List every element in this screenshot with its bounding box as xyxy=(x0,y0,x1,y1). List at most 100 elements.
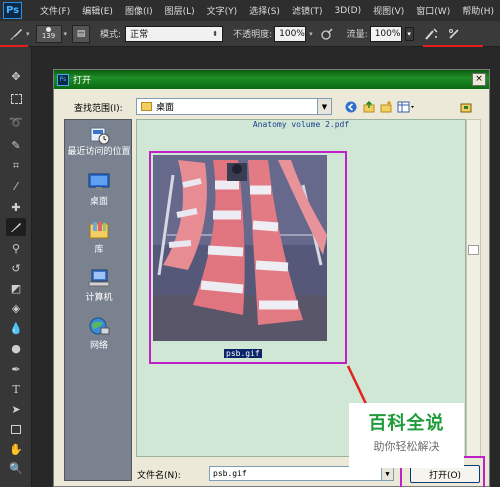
move-tool-icon[interactable]: ✥ xyxy=(6,67,26,85)
look-in-label: 查找范围(I): xyxy=(74,104,123,114)
opacity-label: 不透明度: xyxy=(233,30,273,40)
desktop-shortcut-icon[interactable] xyxy=(459,100,472,113)
eraser-tool-icon[interactable]: ◩ xyxy=(6,279,26,297)
place-computer-label: 计算机 xyxy=(85,293,113,303)
menu-select[interactable]: 选择(S) xyxy=(243,4,286,17)
flow-dropdown-icon[interactable]: ▾ xyxy=(404,26,414,41)
watermark-subtitle: 助你轻松解决 xyxy=(373,440,440,453)
menu-file[interactable]: 文件(F) xyxy=(34,4,76,17)
recent-places-icon xyxy=(88,125,110,145)
zoom-tool-icon[interactable]: 🔍 xyxy=(6,459,26,477)
computer-icon xyxy=(88,268,110,288)
brush-size-value: 139 xyxy=(41,32,56,40)
dialog-title: 打开 xyxy=(73,76,92,86)
look-in-value: 桌面 xyxy=(156,103,175,113)
shape-tool-icon[interactable] xyxy=(6,420,26,438)
hand-tool-icon[interactable]: ✋ xyxy=(6,440,26,458)
menu-filter[interactable]: 滤镜(T) xyxy=(286,4,329,17)
menu-view[interactable]: 视图(V) xyxy=(367,4,410,17)
flow-field[interactable]: 100% xyxy=(369,25,402,42)
network-icon xyxy=(88,316,110,336)
watermark-title: 百科全说 xyxy=(368,413,445,434)
options-bar: ▾ 139 ▾ ▤ 模式: 正常 ⬍ 不透明度: 100% ▾ 流量: 100%… xyxy=(0,21,500,47)
folder-icon xyxy=(141,102,152,111)
eyedropper-tool-icon[interactable]: ⁄ xyxy=(6,177,26,195)
back-icon[interactable] xyxy=(344,100,357,113)
desktop-icon xyxy=(88,172,110,192)
opacity-dropdown-icon[interactable]: ▾ xyxy=(309,30,313,38)
photoshop-logo: Ps xyxy=(3,2,23,19)
menu-type[interactable]: 文字(Y) xyxy=(201,4,244,17)
opacity-field[interactable]: 100% xyxy=(274,25,307,42)
crop-tool-icon[interactable]: ⌗ xyxy=(6,157,26,175)
thumbnail-highlight-box xyxy=(149,151,347,364)
place-recent[interactable]: 最近访问的位置 xyxy=(65,125,133,157)
quick-selection-tool-icon[interactable]: ✎ xyxy=(6,136,26,154)
brush-size-dropdown-icon[interactable]: ▾ xyxy=(64,30,68,38)
dialog-close-button[interactable]: × xyxy=(472,73,486,86)
menu-bar: Ps 文件(F) 编辑(E) 图像(I) 图层(L) 文字(Y) 选择(S) 滤… xyxy=(0,0,500,21)
up-folder-icon[interactable] xyxy=(362,100,375,113)
libraries-icon xyxy=(88,220,110,240)
history-brush-tool-icon[interactable]: ↺ xyxy=(6,259,26,277)
menu-image[interactable]: 图像(I) xyxy=(119,4,159,17)
clone-stamp-tool-icon[interactable]: ⚲ xyxy=(6,239,26,257)
place-network[interactable]: 网络 xyxy=(65,316,133,351)
mode-select[interactable]: 正常 ⬍ xyxy=(125,25,224,42)
place-desktop-label: 桌面 xyxy=(89,197,108,207)
view-menu-icon[interactable] xyxy=(396,100,416,113)
filename-label: 文件名(N): xyxy=(137,471,181,481)
airbrush-icon[interactable] xyxy=(423,25,441,43)
file-item-selected-name[interactable]: psb.gif xyxy=(224,349,262,358)
filename-value: psb.gif xyxy=(213,469,247,478)
brush-tool-preset-icon[interactable] xyxy=(6,25,26,43)
new-folder-icon[interactable] xyxy=(379,100,392,113)
brush-tool-icon[interactable] xyxy=(6,218,26,236)
menu-layer[interactable]: 图层(L) xyxy=(159,4,201,17)
place-recent-label: 最近访问的位置 xyxy=(67,147,131,157)
places-bar: 最近访问的位置 桌面 库 计算机 网络 xyxy=(64,119,132,481)
dialog-title-bar[interactable]: Ps 打开 xyxy=(54,70,489,89)
preset-dropdown-icon[interactable]: ▾ xyxy=(26,30,30,38)
pen-tool-icon[interactable]: ✒ xyxy=(6,360,26,378)
watermark-badge: 百科全说 助你轻松解决 xyxy=(349,403,464,468)
tools-panel: ✥ ➰ ✎ ⌗ ⁄ ✚ ⚲ ↺ ◩ ◈ 💧 ● ✒ T ➤ ✋ 🔍 xyxy=(0,47,32,487)
brush-panel-toggle-icon[interactable]: ▤ xyxy=(72,24,91,43)
lasso-tool-icon[interactable]: ➰ xyxy=(6,113,26,131)
scrollbar-thumb[interactable] xyxy=(468,245,479,255)
menu-window[interactable]: 窗口(W) xyxy=(410,4,456,17)
place-desktop[interactable]: 桌面 xyxy=(65,172,133,207)
healing-brush-tool-icon[interactable]: ✚ xyxy=(6,198,26,216)
place-libraries[interactable]: 库 xyxy=(65,220,133,255)
menu-3d[interactable]: 3D(D) xyxy=(328,6,367,16)
flow-value: 100% xyxy=(374,28,401,39)
filename-input[interactable]: psb.gif ▼ xyxy=(209,466,394,481)
opacity-value: 100% xyxy=(279,28,305,39)
dodge-tool-icon[interactable]: ● xyxy=(6,339,26,357)
opacity-pressure-icon[interactable] xyxy=(319,26,335,42)
look-in-chevron-icon[interactable]: ▼ xyxy=(317,99,331,114)
look-in-select[interactable]: 桌面 ▼ xyxy=(136,98,332,115)
mode-label: 模式: xyxy=(100,30,122,40)
file-item-pdf-name[interactable]: Anatomy volume 2.pdf xyxy=(137,120,465,129)
type-tool-icon[interactable]: T xyxy=(6,380,26,398)
paint-bucket-tool-icon[interactable]: ◈ xyxy=(6,299,26,317)
mode-value: 正常 xyxy=(130,30,149,40)
file-list-scrollbar[interactable] xyxy=(466,119,481,457)
size-pressure-icon[interactable] xyxy=(445,25,463,43)
place-libraries-label: 库 xyxy=(94,245,104,255)
place-network-label: 网络 xyxy=(89,341,108,351)
filename-chevron-icon[interactable]: ▼ xyxy=(381,467,393,480)
flow-label: 流量: xyxy=(346,30,368,40)
dialog-app-icon: Ps xyxy=(57,73,69,86)
menu-help[interactable]: 帮助(H) xyxy=(456,4,500,17)
mode-chevron-icon: ⬍ xyxy=(212,29,219,38)
photoshop-window: { "app": {"logo": "Ps"}, "menu": {"items… xyxy=(0,0,500,487)
place-computer[interactable]: 计算机 xyxy=(65,268,133,303)
menu-edit[interactable]: 编辑(E) xyxy=(76,4,119,17)
look-in-row: 查找范围(I): 桌面 ▼ xyxy=(54,98,489,118)
brush-size-picker[interactable]: 139 xyxy=(35,24,62,43)
path-selection-tool-icon[interactable]: ➤ xyxy=(6,400,26,418)
marquee-tool-icon[interactable] xyxy=(6,90,26,108)
blur-tool-icon[interactable]: 💧 xyxy=(6,319,26,337)
